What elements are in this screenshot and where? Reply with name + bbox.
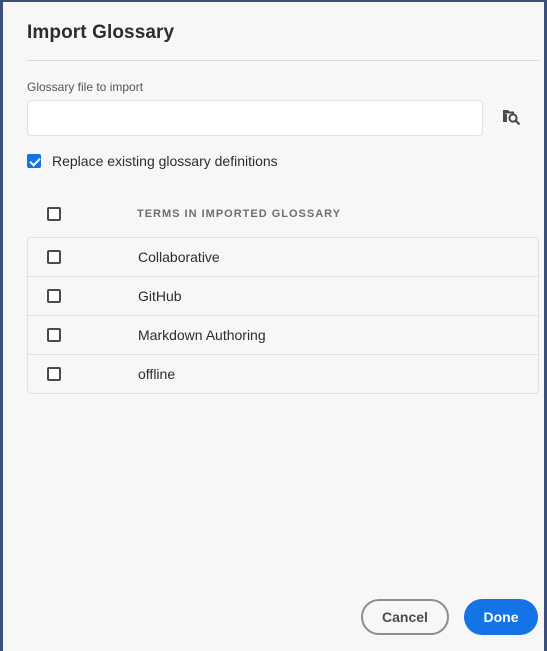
import-glossary-dialog: Import Glossary Glossary file to import …: [0, 0, 547, 651]
replace-existing-option[interactable]: Replace existing glossary definitions: [27, 153, 278, 169]
row-checkbox[interactable]: [47, 250, 61, 264]
table-header-label: TERMS IN IMPORTED GLOSSARY: [137, 208, 342, 220]
row-checkbox[interactable]: [47, 367, 61, 381]
term-label: Collaborative: [138, 249, 220, 265]
folder-search-icon: [502, 107, 520, 130]
glossary-file-input[interactable]: [27, 100, 483, 136]
row-checkbox[interactable]: [47, 289, 61, 303]
select-all-checkbox[interactable]: [47, 207, 61, 221]
table-row[interactable]: Markdown Authoring: [28, 316, 538, 355]
term-label: GitHub: [138, 288, 182, 304]
table-row[interactable]: GitHub: [28, 277, 538, 316]
cancel-button[interactable]: Cancel: [361, 599, 449, 635]
file-field-label: Glossary file to import: [27, 80, 144, 94]
browse-file-button[interactable]: [499, 106, 523, 130]
replace-existing-label: Replace existing glossary definitions: [52, 153, 278, 169]
table-row[interactable]: offline: [28, 355, 538, 393]
title-divider: [27, 60, 539, 61]
terms-table: Collaborative GitHub Markdown Authoring …: [27, 237, 539, 394]
replace-existing-checkbox[interactable]: [27, 154, 41, 168]
term-label: Markdown Authoring: [138, 327, 266, 343]
done-button[interactable]: Done: [464, 599, 538, 635]
dialog-title: Import Glossary: [27, 22, 175, 43]
term-label: offline: [138, 366, 176, 382]
table-header: TERMS IN IMPORTED GLOSSARY: [27, 198, 539, 234]
row-checkbox[interactable]: [47, 328, 61, 342]
table-row[interactable]: Collaborative: [28, 238, 538, 277]
